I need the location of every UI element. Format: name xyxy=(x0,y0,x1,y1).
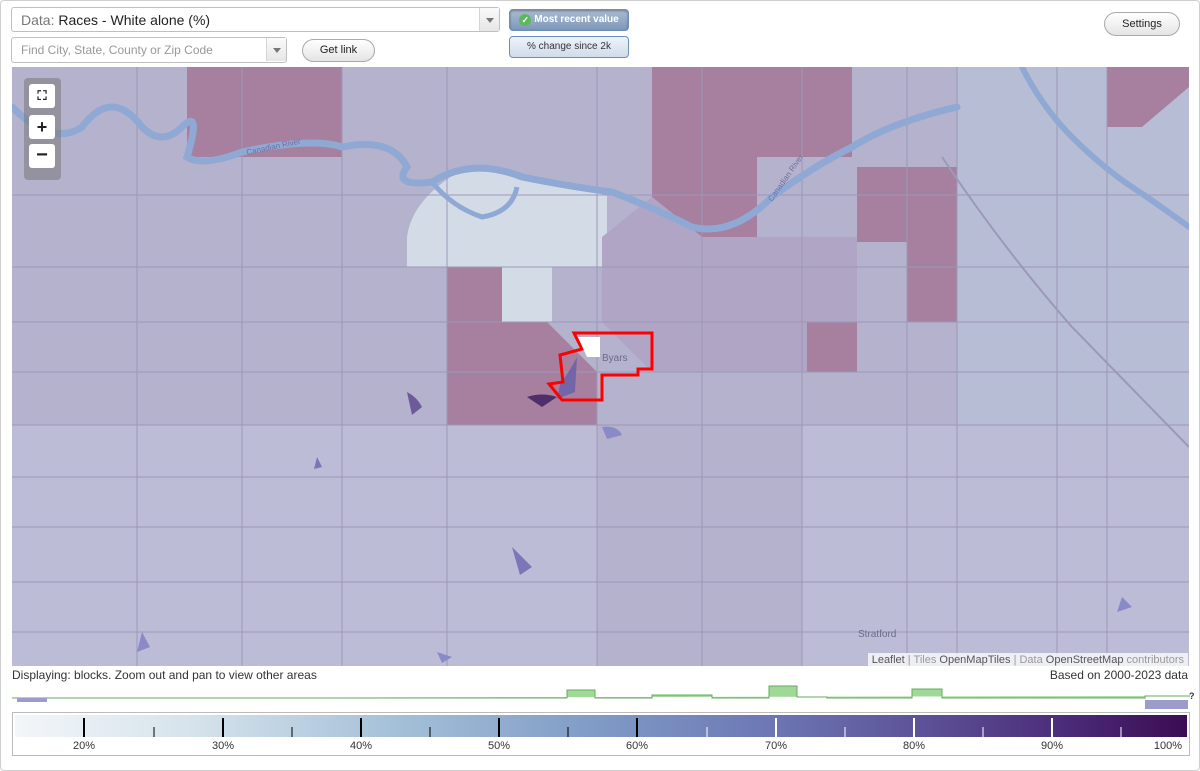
place-label-stratford: Stratford xyxy=(858,629,896,640)
attribution-contributors: contributors xyxy=(1126,654,1184,666)
histogram-line xyxy=(12,685,1190,699)
color-legend: 20% 30% 40% 50% 60% 70% 80% 90% 100% xyxy=(12,712,1190,756)
attribution-leaflet[interactable]: Leaflet xyxy=(872,654,905,666)
legend-label-100: 100% xyxy=(1153,740,1183,752)
legend-ramp xyxy=(15,715,1187,737)
legend-label-70: 70% xyxy=(764,740,788,752)
legend-label-50: 50% xyxy=(487,740,511,752)
data-select[interactable]: Data: Races - White alone (%) xyxy=(11,7,500,32)
display-note: Displaying: blocks. Zoom out and pan to … xyxy=(12,668,317,682)
histogram-bin-high xyxy=(1145,700,1188,709)
map-attribution: Leaflet | Tiles OpenMapTiles | Data Open… xyxy=(867,653,1188,667)
pond xyxy=(407,392,422,415)
fullscreen-icon[interactable]: ⛶ xyxy=(29,84,55,108)
settings-button[interactable]: Settings xyxy=(1104,12,1180,36)
most-recent-label: Most recent value xyxy=(534,14,619,25)
help-icon[interactable]: ? xyxy=(1189,691,1195,701)
legend-label-60: 60% xyxy=(625,740,649,752)
based-on-note: Based on 2000-2023 data xyxy=(1049,668,1188,682)
histogram-bin-low xyxy=(17,698,47,702)
percent-change-toggle[interactable]: % change since 2k xyxy=(509,36,629,58)
map-region-light xyxy=(12,425,597,666)
check-icon: ✓ xyxy=(519,14,532,26)
map-region-dark xyxy=(807,322,857,372)
map-region-dark xyxy=(652,67,757,167)
legend-labels: 20% 30% 40% 50% 60% 70% 80% 90% 100% xyxy=(13,740,1189,754)
legend-label-90: 90% xyxy=(1040,740,1064,752)
plus-icon[interactable]: + xyxy=(29,115,55,139)
attribution-tiles-prefix: | Tiles xyxy=(907,654,937,666)
place-label-byars: Byars xyxy=(602,353,628,364)
location-search-input[interactable] xyxy=(12,38,264,62)
map-region-dark xyxy=(757,67,852,157)
attribution-data-prefix: | Data xyxy=(1013,654,1043,666)
location-search[interactable] xyxy=(11,37,287,63)
data-value: Races - White alone (%) xyxy=(58,12,211,28)
data-select-text: Data: Races - White alone (%) xyxy=(21,12,210,28)
choropleth-map[interactable]: Byars Stratford Canadian River Canadian … xyxy=(12,67,1189,666)
data-prefix: Data: xyxy=(21,12,55,28)
chevron-down-icon[interactable] xyxy=(266,38,286,61)
zoom-control: ⛶ + − xyxy=(24,78,61,180)
chevron-down-icon[interactable] xyxy=(479,8,499,31)
legend-label-80: 80% xyxy=(902,740,926,752)
pond xyxy=(602,426,622,439)
map-region-light xyxy=(957,67,1189,425)
legend-ticks xyxy=(83,718,1122,737)
get-link-button[interactable]: Get link xyxy=(302,39,375,62)
legend-label-20: 20% xyxy=(72,740,96,752)
value-histogram xyxy=(12,685,1190,709)
minus-icon[interactable]: − xyxy=(29,144,55,168)
attribution-osm[interactable]: OpenStreetMap xyxy=(1046,654,1124,666)
legend-label-40: 40% xyxy=(349,740,373,752)
legend-label-30: 30% xyxy=(211,740,235,752)
attribution-tiles[interactable]: OpenMapTiles xyxy=(939,654,1010,666)
most-recent-toggle[interactable]: ✓ Most recent value xyxy=(509,9,629,31)
map-canvas: Byars Stratford Canadian River Canadian … xyxy=(12,67,1189,666)
